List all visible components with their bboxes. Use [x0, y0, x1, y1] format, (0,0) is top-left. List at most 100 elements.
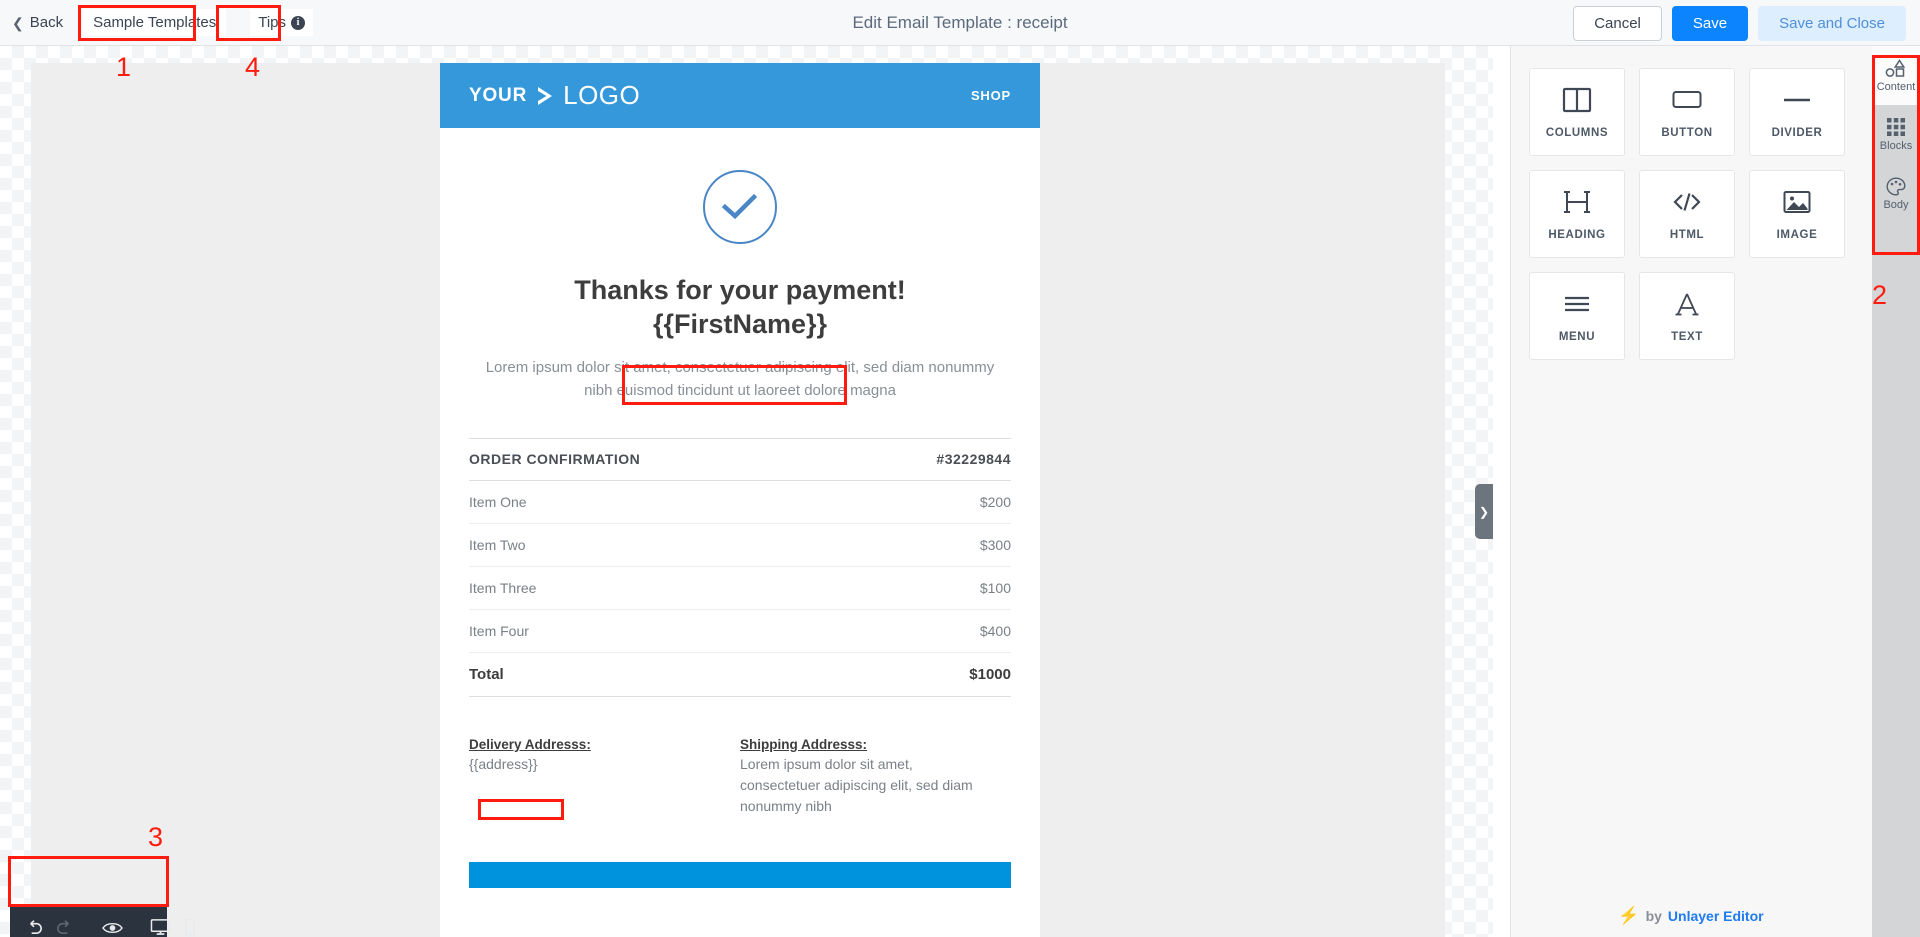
- order-item-price: $300: [846, 523, 1011, 567]
- order-item-name: Item Four: [469, 609, 847, 653]
- back-button[interactable]: ❮ Back: [12, 14, 63, 31]
- image-icon: [1783, 187, 1811, 217]
- content-tile-image[interactable]: IMAGE: [1749, 170, 1845, 258]
- content-tile-label: IMAGE: [1776, 229, 1818, 241]
- save-and-close-button[interactable]: Save and Close: [1758, 5, 1906, 41]
- topbar-actions: Cancel Save Save and Close: [1573, 0, 1906, 46]
- content-tiles-grid: COLUMNS BUTTON DIVIDER HEADING HTML IMAGE MENU…: [1511, 46, 1872, 360]
- email-body: Thanks for your payment! {{FirstName}} L…: [440, 128, 1040, 888]
- chevron-left-icon: ❮: [12, 14, 24, 31]
- order-item-price: $200: [846, 480, 1011, 524]
- order-confirmation-table: ORDER CONFIRMATION #32229844 Item One $200 I…: [469, 438, 1011, 697]
- order-total-value: $1000: [846, 652, 1011, 697]
- content-tile-divider[interactable]: DIVIDER: [1749, 68, 1845, 156]
- content-tile-label: DIVIDER: [1771, 127, 1823, 139]
- tab-blocks[interactable]: Blocks: [1872, 105, 1920, 164]
- redo-icon[interactable]: [49, 913, 79, 937]
- grid-icon: [1887, 117, 1905, 137]
- editor-credit: ⚡ by Unlayer Editor: [1510, 895, 1872, 937]
- order-number: #32229844: [846, 438, 1011, 481]
- button-icon: [1672, 85, 1702, 115]
- tab-label: Body: [1883, 199, 1909, 211]
- order-table-header-row: ORDER CONFIRMATION #32229844: [469, 438, 1011, 481]
- history-group: [10, 904, 88, 937]
- top-toolbar: ❮ Back Sample Templates Tips i Edit Emai…: [0, 0, 1920, 46]
- heading-icon: [1563, 187, 1591, 217]
- palette-icon: [1886, 176, 1906, 196]
- tab-label: Content: [1876, 81, 1916, 93]
- design-canvas: YOUR LOGO SHOP Thanks for your payment! …: [31, 63, 1445, 937]
- content-tile-heading[interactable]: HEADING: [1529, 170, 1625, 258]
- order-item-name: Item Two: [469, 523, 847, 567]
- mobile-icon[interactable]: [175, 913, 205, 937]
- editor-canvas-area: YOUR LOGO SHOP Thanks for your payment! …: [0, 46, 1493, 937]
- order-item-price: $100: [846, 566, 1011, 610]
- shipping-address-text[interactable]: Lorem ipsum dolor sit amet, consectetuer…: [740, 754, 993, 817]
- delivery-address-title: Delivery Addresss:: [469, 737, 591, 752]
- columns-icon: [1562, 85, 1592, 115]
- shop-link[interactable]: SHOP: [971, 88, 1011, 103]
- code-icon: [1672, 187, 1702, 217]
- back-button-label: Back: [29, 14, 64, 31]
- tab-body[interactable]: Body: [1872, 164, 1920, 223]
- sample-templates-button[interactable]: Sample Templates: [83, 9, 227, 36]
- logo: YOUR LOGO: [469, 80, 640, 111]
- email-footer-bar[interactable]: [469, 862, 1011, 888]
- content-tile-html[interactable]: HTML: [1639, 170, 1735, 258]
- email-lead-paragraph[interactable]: Lorem ipsum dolor sit amet, consectetuer…: [469, 356, 1011, 403]
- order-header-label: ORDER CONFIRMATION: [469, 438, 847, 481]
- shipping-address-column: Shipping Addresss: Lorem ipsum dolor sit…: [740, 737, 1011, 817]
- check-circle-icon: [703, 170, 777, 244]
- table-row[interactable]: Item Two $300: [469, 523, 1011, 567]
- email-heading[interactable]: Thanks for your payment!: [469, 274, 1011, 308]
- content-tile-label: HTML: [1669, 229, 1705, 241]
- shapes-icon: [1885, 58, 1907, 78]
- content-tile-menu[interactable]: MENU: [1529, 272, 1625, 360]
- content-tile-label: BUTTON: [1661, 127, 1713, 139]
- save-button[interactable]: Save: [1671, 5, 1749, 41]
- bottom-toolbar: [10, 904, 195, 937]
- logo-text-second: LOGO: [563, 80, 641, 110]
- content-tile-label: TEXT: [1671, 331, 1703, 343]
- divider-icon: [1782, 85, 1812, 115]
- email-template-preview[interactable]: YOUR LOGO SHOP Thanks for your payment! …: [440, 63, 1040, 937]
- unlayer-editor-link[interactable]: Unlayer Editor: [1668, 908, 1764, 924]
- preview-group: [88, 904, 136, 937]
- content-panel: COLUMNS BUTTON DIVIDER HEADING HTML IMAGE MENU…: [1510, 46, 1872, 937]
- order-total-label: Total: [469, 652, 847, 697]
- logo-text-first: YOUR: [469, 84, 528, 106]
- content-tile-label: HEADING: [1548, 229, 1606, 241]
- arrow-chevron-icon: [538, 86, 553, 105]
- chevron-right-icon: ❯: [1478, 504, 1490, 519]
- table-row[interactable]: Item Three $100: [469, 566, 1011, 610]
- app-root: ❮ Back Sample Templates Tips i Edit Emai…: [0, 0, 1920, 937]
- menu-icon: [1563, 289, 1591, 319]
- tips-button[interactable]: Tips i: [250, 9, 313, 36]
- undo-icon[interactable]: [19, 913, 49, 937]
- table-row[interactable]: Item Four $400: [469, 609, 1011, 653]
- lightning-bolt-icon: ⚡: [1618, 906, 1640, 925]
- panel-collapse-handle[interactable]: ❯: [1475, 484, 1493, 539]
- address-section: Delivery Addresss: {{address}} Shipping …: [469, 737, 1011, 817]
- cancel-button[interactable]: Cancel: [1573, 5, 1662, 41]
- content-tile-label: MENU: [1558, 331, 1596, 343]
- delivery-address-merge-tag[interactable]: {{address}}: [469, 754, 722, 775]
- tips-button-label: Tips: [258, 14, 286, 31]
- tab-content[interactable]: Content: [1872, 46, 1920, 105]
- content-tile-text[interactable]: TEXT: [1639, 272, 1735, 360]
- order-item-name: Item One: [469, 480, 847, 524]
- tab-label: Blocks: [1879, 140, 1913, 152]
- right-tab-strip: Content Blocks Body: [1872, 46, 1920, 937]
- order-total-row: Total $1000: [469, 652, 1011, 697]
- email-heading-merge-tag[interactable]: {{FirstName}}: [469, 308, 1011, 342]
- content-tile-label: COLUMNS: [1545, 127, 1609, 139]
- email-header-row[interactable]: YOUR LOGO SHOP: [440, 63, 1040, 128]
- preview-eye-icon[interactable]: [97, 913, 127, 937]
- content-tile-columns[interactable]: COLUMNS: [1529, 68, 1625, 156]
- desktop-icon[interactable]: [145, 913, 175, 937]
- device-group: [136, 904, 214, 937]
- shipping-address-title: Shipping Addresss:: [740, 737, 868, 752]
- table-row[interactable]: Item One $200: [469, 480, 1011, 524]
- text-icon: [1674, 289, 1700, 319]
- content-tile-button[interactable]: BUTTON: [1639, 68, 1735, 156]
